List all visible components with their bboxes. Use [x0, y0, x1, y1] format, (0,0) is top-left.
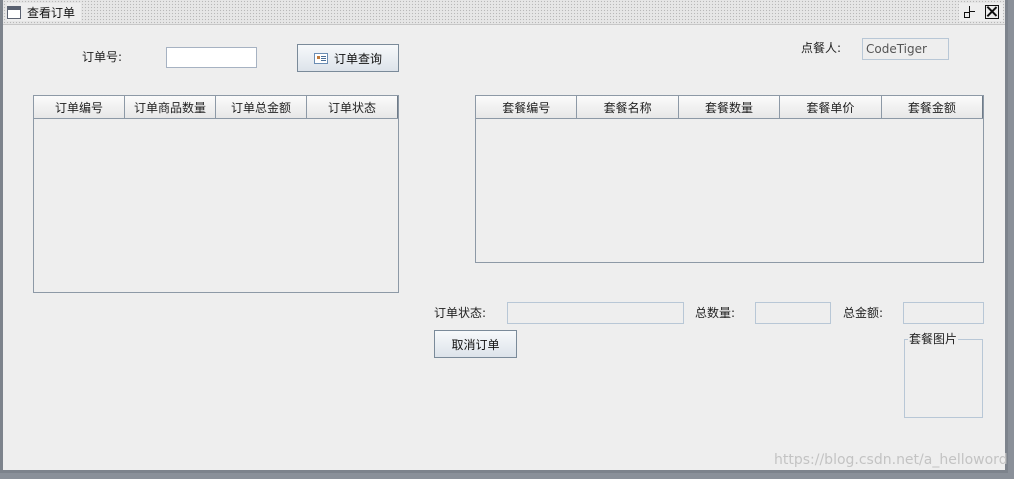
- package-image-legend: 套餐图片: [908, 332, 959, 346]
- orders-col-header[interactable]: 订单编号: [34, 96, 125, 118]
- customer-field: CodeTiger: [862, 38, 949, 60]
- total-amount-field: [903, 302, 984, 324]
- packages-table[interactable]: 套餐编号 套餐名称 套餐数量 套餐单价 套餐金额: [475, 95, 984, 263]
- orders-table-header: 订单编号 订单商品数量 订单总金额 订单状态: [34, 96, 398, 119]
- order-number-input[interactable]: [166, 47, 257, 68]
- order-status-label: 订单状态:: [434, 306, 487, 320]
- packages-col-header[interactable]: 套餐单价: [780, 96, 882, 118]
- package-image-panel: 套餐图片: [904, 332, 983, 418]
- title-bar[interactable]: 查看订单: [3, 0, 1005, 25]
- order-search-button[interactable]: 订单查询: [297, 44, 399, 72]
- close-icon[interactable]: [985, 5, 999, 19]
- order-number-label: 订单号:: [82, 50, 123, 64]
- packages-table-header: 套餐编号 套餐名称 套餐数量 套餐单价 套餐金额: [476, 96, 984, 119]
- restore-icon[interactable]: [963, 5, 977, 19]
- customer-value: CodeTiger: [866, 42, 927, 56]
- packages-col-header[interactable]: 套餐数量: [678, 96, 781, 118]
- document-icon: [313, 52, 328, 64]
- total-amount-label: 总金额:: [843, 306, 884, 320]
- customer-label: 点餐人:: [801, 41, 842, 55]
- window-title: 查看订单: [27, 5, 76, 20]
- watermark: https://blog.csdn.net/a_helloword: [774, 452, 1008, 468]
- title-area: 查看订单: [7, 3, 82, 21]
- order-status-field: [507, 302, 684, 324]
- order-search-button-label: 订单查询: [333, 51, 382, 66]
- window-controls: [959, 3, 1003, 21]
- window-icon: [7, 5, 21, 19]
- packages-col-header[interactable]: 套餐金额: [881, 96, 984, 118]
- total-quantity-label: 总数量:: [695, 306, 736, 320]
- packages-col-header[interactable]: 套餐名称: [577, 96, 679, 118]
- order-view-window: 查看订单 订单号: 订单查询 点餐人: CodeTiger 订单编号 订单商品数…: [0, 0, 1008, 473]
- total-quantity-field: [755, 302, 831, 324]
- orders-table[interactable]: 订单编号 订单商品数量 订单总金额 订单状态: [33, 95, 399, 293]
- cancel-order-button-label: 取消订单: [451, 337, 500, 352]
- orders-col-header[interactable]: 订单状态: [307, 96, 398, 118]
- orders-col-header[interactable]: 订单总金额: [216, 96, 307, 118]
- cancel-order-button[interactable]: 取消订单: [434, 330, 517, 358]
- orders-col-header[interactable]: 订单商品数量: [125, 96, 216, 118]
- packages-col-header[interactable]: 套餐编号: [476, 96, 578, 118]
